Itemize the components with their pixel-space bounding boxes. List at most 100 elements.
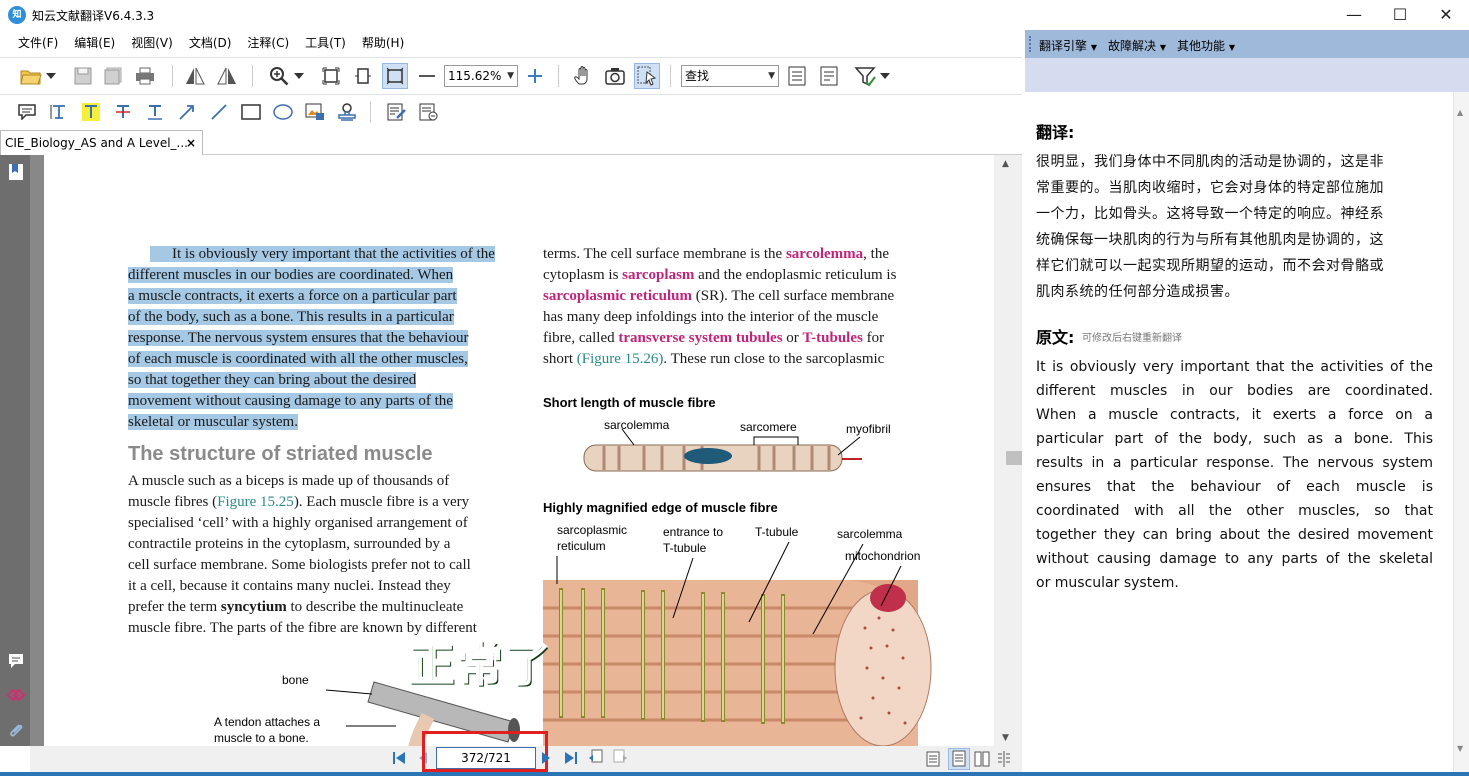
translation-line[interactable]: 统确保每一块肌肉的行为与所有其他肌肉是协调的，这 <box>1036 227 1384 253</box>
first-page-icon[interactable] <box>392 751 406 768</box>
troubleshoot-menu[interactable]: 故障解决 ▼ <box>1108 37 1166 54</box>
close-tab-icon[interactable]: × <box>186 131 196 155</box>
save-all-icon[interactable] <box>100 63 126 89</box>
print-icon[interactable] <box>132 63 158 89</box>
fig-label: myofibril <box>846 422 891 436</box>
body-line: terms. The cell surface membrane is the … <box>543 244 889 265</box>
bookmark-icon[interactable] <box>8 163 24 184</box>
original-line[interactable]: coordinated with all the other muscles, … <box>1036 499 1433 523</box>
save-icon[interactable] <box>70 63 96 89</box>
zoom-dropdown-icon[interactable] <box>292 63 306 89</box>
highlight-settings-icon[interactable] <box>852 63 878 89</box>
scroll-up-icon[interactable]: ▲ <box>1457 108 1463 117</box>
figure-title: Highly magnified edge of muscle fibre <box>543 500 778 515</box>
close-window-button[interactable]: ✕ <box>1423 0 1469 30</box>
minimize-button[interactable]: — <box>1331 0 1377 30</box>
manage-annotations-icon[interactable] <box>416 99 442 125</box>
single-page-view-icon[interactable] <box>926 751 940 770</box>
document-viewport[interactable]: It is obviously very important that the … <box>30 155 994 746</box>
flip-right-icon[interactable] <box>214 63 240 89</box>
link-chain-icon[interactable] <box>6 687 26 706</box>
original-line[interactable]: without causing damage to any parts of t… <box>1036 547 1433 571</box>
original-line[interactable]: ensures that the behaviour of each muscl… <box>1036 475 1433 499</box>
next-page-icon[interactable] <box>541 751 551 768</box>
zoom-in-icon[interactable] <box>266 63 292 89</box>
zoom-select[interactable]: 115.62% ▼ <box>444 65 518 87</box>
menu-comment[interactable]: 注释(C) <box>239 30 297 56</box>
strikethrough-icon[interactable] <box>110 99 136 125</box>
snapshot-icon[interactable] <box>602 63 628 89</box>
actual-size-icon[interactable] <box>382 63 408 89</box>
menu-document[interactable]: 文档(D) <box>181 30 240 56</box>
text-box-icon[interactable] <box>46 99 72 125</box>
translation-engine-menu[interactable]: 翻译引擎 ▼ <box>1039 37 1097 54</box>
translation-scrollbar[interactable]: ▲ ▼ <box>1453 92 1469 772</box>
pdf-page[interactable]: It is obviously very important that the … <box>44 155 994 746</box>
figure-link[interactable]: Figure 15.25 <box>217 494 294 510</box>
key-term: syncytium <box>220 599 287 615</box>
paragraph-line: of each muscle is coordinated with all t… <box>128 351 468 367</box>
scroll-up-icon[interactable]: ▲ <box>1002 159 1009 169</box>
translation-line[interactable]: 很明显，我们身体中不同肌肉的活动是协调的，这是非 <box>1036 149 1384 175</box>
translation-header: 翻译引擎 ▼ 故障解决 ▼ 其他功能 ▼ <box>1025 30 1469 58</box>
note-icon[interactable] <box>14 99 40 125</box>
underline-icon[interactable] <box>142 99 168 125</box>
comment-panel-icon[interactable] <box>8 653 24 672</box>
settings-dropdown-icon[interactable] <box>878 63 892 89</box>
ellipse-tool-icon[interactable] <box>270 99 296 125</box>
scroll-down-icon[interactable]: ▼ <box>1457 744 1463 753</box>
document-scrollbar[interactable]: ▲ ▼ <box>994 155 1022 746</box>
go-forward-icon[interactable] <box>612 749 628 768</box>
menu-file[interactable]: 文件(F) <box>0 30 66 56</box>
original-line[interactable]: particular part of the body, such as a b… <box>1036 427 1433 451</box>
translation-line[interactable]: 常重要的。当肌肉收缩时，它会对身体的特定部位施加 <box>1036 175 1384 201</box>
go-back-icon[interactable] <box>588 749 604 768</box>
menu-help[interactable]: 帮助(H) <box>354 30 412 56</box>
two-page-view-icon[interactable] <box>974 751 990 770</box>
edit-annotation-icon[interactable] <box>384 99 410 125</box>
hand-tool-icon[interactable] <box>570 63 596 89</box>
attachment-icon[interactable] <box>8 721 24 742</box>
fit-width-icon[interactable] <box>350 63 376 89</box>
original-hint: 可修改后右键重新翻译 <box>1082 333 1182 344</box>
original-line[interactable]: It is obviously very important that the … <box>1036 355 1433 379</box>
original-line[interactable]: or muscular system. <box>1036 571 1433 595</box>
highlight-text-icon[interactable] <box>78 99 104 125</box>
zoom-plus-icon[interactable] <box>522 63 548 89</box>
page-number-input[interactable]: 372/721 <box>436 747 536 769</box>
translation-line[interactable]: 一个力，比如骨头。这将导致一个特定的响应。神经系 <box>1036 201 1384 227</box>
continuous-view-icon[interactable] <box>948 748 970 770</box>
find-next-icon[interactable] <box>816 63 842 89</box>
last-page-icon[interactable] <box>564 751 578 768</box>
rectangle-tool-icon[interactable] <box>238 99 264 125</box>
image-stamp-icon[interactable] <box>302 99 328 125</box>
menu-view[interactable]: 视图(V) <box>123 30 181 56</box>
scroll-down-icon[interactable]: ▼ <box>1002 733 1009 743</box>
open-folder-icon[interactable] <box>18 63 44 89</box>
search-input[interactable]: 查找 ▼ <box>681 65 779 87</box>
stamp-icon[interactable] <box>334 99 360 125</box>
menu-edit[interactable]: 编辑(E) <box>66 30 123 56</box>
original-line[interactable]: together they can bring about the desire… <box>1036 523 1433 547</box>
menu-tools[interactable]: 工具(T) <box>297 30 354 56</box>
two-page-continuous-icon[interactable] <box>996 751 1012 770</box>
maximize-button[interactable]: ☐ <box>1377 0 1423 30</box>
zoom-out-icon[interactable] <box>414 63 440 89</box>
figure-link[interactable]: (Figure 15.26) <box>577 351 664 367</box>
find-previous-icon[interactable] <box>784 63 810 89</box>
drag-handle[interactable] <box>1029 36 1031 52</box>
scroll-thumb[interactable] <box>1006 451 1022 465</box>
more-features-menu[interactable]: 其他功能 ▼ <box>1177 37 1235 54</box>
fit-page-icon[interactable] <box>318 63 344 89</box>
open-dropdown-icon[interactable] <box>44 63 58 89</box>
select-text-icon[interactable] <box>634 63 660 89</box>
translation-line[interactable]: 样它们就可以一起实现所期望的运动，而不会对骨骼或 <box>1036 253 1384 279</box>
line-tool-icon[interactable] <box>206 99 232 125</box>
flip-left-icon[interactable] <box>182 63 208 89</box>
translation-line[interactable]: 肌肉系统的任何部分造成损害。 <box>1036 279 1239 305</box>
original-line[interactable]: different muscles in our bodies are coor… <box>1036 379 1433 403</box>
original-line[interactable]: When a muscle contracts, it exerts a for… <box>1036 403 1433 427</box>
tab-document[interactable]: CIE_Biology_AS and A Level_... × <box>0 130 203 155</box>
arrow-tool-icon[interactable] <box>174 99 200 125</box>
original-line[interactable]: results in a particular response. The ne… <box>1036 451 1433 475</box>
